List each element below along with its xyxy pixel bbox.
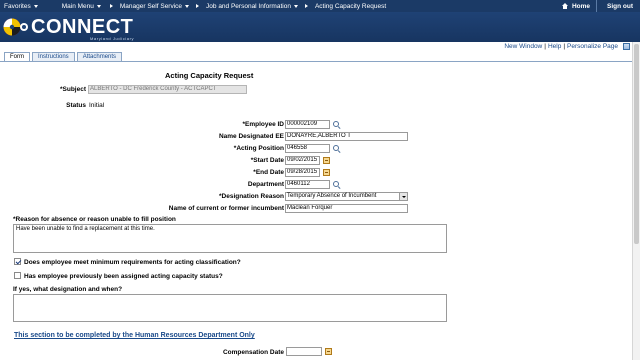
status-label: Status xyxy=(66,102,86,109)
previously-assigned-checkbox[interactable] xyxy=(14,272,21,279)
calendar-icon[interactable] xyxy=(323,169,330,176)
compensation-date-label: Compensation Date xyxy=(222,349,284,356)
grid-view-icon[interactable] xyxy=(623,43,630,50)
breadcrumb-manager-self-service[interactable]: Manager Self Service xyxy=(118,0,191,12)
employee-id-input[interactable]: 000002109 xyxy=(285,120,330,129)
tab-attachments[interactable]: Attachments xyxy=(76,52,123,61)
incumbent-field[interactable]: Maclean Forquer xyxy=(285,204,408,213)
personalize-page-link[interactable]: Personalize Page xyxy=(567,43,618,50)
acting-position-input[interactable]: 046558 xyxy=(285,144,330,153)
chevron-down-icon xyxy=(185,4,190,8)
link-separator: | xyxy=(563,43,566,50)
top-nav-bar: Favorites Main Menu Manager Self Service… xyxy=(0,0,640,12)
designation-reason-select[interactable]: Temporary Absence of Incumbent xyxy=(285,192,408,201)
search-icon[interactable] xyxy=(333,145,340,152)
reason-label: *Reason for absence or reason unable to … xyxy=(13,216,176,223)
new-window-link[interactable]: New Window xyxy=(504,43,542,50)
department-input[interactable]: 0460112 xyxy=(285,180,330,189)
breadcrumb-job-personal-info[interactable]: Job and Personal Information xyxy=(204,0,300,12)
logo-subtitle: Maryland Judiciary xyxy=(90,36,135,41)
reason-textarea[interactable]: Have been unable to find a replacement a… xyxy=(13,224,447,253)
breadcrumb-acting-capacity-request[interactable]: Acting Capacity Request xyxy=(313,0,388,12)
favorites-label: Favorites xyxy=(4,2,31,10)
tab-form[interactable]: Form xyxy=(4,52,30,61)
logo-text: CONNECT xyxy=(31,16,134,38)
tab-instructions[interactable]: Instructions xyxy=(32,52,75,61)
home-link[interactable]: Home xyxy=(556,3,596,10)
if-yes-textarea[interactable] xyxy=(13,294,447,322)
main-menu-label: Main Menu xyxy=(61,2,94,10)
previously-assigned-label: Has employee previously been assigned ac… xyxy=(24,273,223,280)
vertical-scrollbar[interactable] xyxy=(632,42,640,360)
breadcrumb-label: Acting Capacity Request xyxy=(314,2,387,10)
subject-field: ALBERTO - DC Frederick County - ACTCAPCT xyxy=(88,85,247,94)
search-icon[interactable] xyxy=(333,121,340,128)
end-date-input[interactable]: 09/28/2015 xyxy=(285,168,320,177)
home-label: Home xyxy=(571,2,590,10)
link-separator: | xyxy=(544,43,546,50)
min-requirements-label: Does employee meet minimum requirements … xyxy=(24,259,241,266)
incumbent-label: Name of current or former incumbent xyxy=(168,205,284,212)
calendar-icon[interactable] xyxy=(325,348,332,355)
topbar-right: Home Sign out xyxy=(556,0,640,12)
page-title: Acting Capacity Request xyxy=(165,71,254,80)
min-requirements-checkbox[interactable] xyxy=(14,258,21,265)
designation-reason-label: *Designation Reason xyxy=(218,193,284,200)
calendar-icon[interactable] xyxy=(323,157,330,164)
subject-label: *Subject xyxy=(59,86,86,93)
if-yes-label: If yes, what designation and when? xyxy=(13,286,123,293)
name-designated-field[interactable]: DONAYRE,ALBERTO T xyxy=(285,132,408,141)
chevron-down-icon[interactable] xyxy=(399,193,407,200)
search-icon[interactable] xyxy=(333,181,340,188)
reason-text: Have been unable to find a replacement a… xyxy=(16,226,155,232)
help-link[interactable]: Help xyxy=(548,43,561,50)
breadcrumb-label: Manager Self Service xyxy=(119,2,183,10)
acting-position-label: *Acting Position xyxy=(233,145,284,152)
name-designated-label: Name Designated EE xyxy=(218,133,284,140)
breadcrumb-separator-icon xyxy=(196,4,200,8)
hr-section-heading: This section to be completed by the Huma… xyxy=(14,332,255,339)
header-banner: CONNECT Maryland Judiciary xyxy=(0,12,640,42)
start-date-label: *Start Date xyxy=(250,157,284,164)
start-date-input[interactable]: 09/02/2015 xyxy=(285,156,320,165)
scrollbar-thumb[interactable] xyxy=(634,44,639,244)
main-menu[interactable]: Main Menu xyxy=(58,0,105,12)
breadcrumb-separator-icon xyxy=(109,4,113,8)
breadcrumb-separator-icon xyxy=(304,4,308,8)
breadcrumb-label: Job and Personal Information xyxy=(206,2,291,10)
chevron-down-icon xyxy=(293,4,298,8)
employee-id-label: *Employee ID xyxy=(242,121,284,128)
compensation-date-input[interactable] xyxy=(286,347,322,356)
designation-reason-value: Temporary Absence of Incumbent xyxy=(287,193,377,199)
sign-out-link[interactable]: Sign out xyxy=(596,0,640,12)
favorites-menu[interactable]: Favorites xyxy=(0,0,42,12)
end-date-label: *End Date xyxy=(253,169,284,176)
department-label: Department xyxy=(247,181,284,188)
chevron-down-icon xyxy=(96,4,101,8)
maryland-flag-icon xyxy=(3,18,28,36)
utility-links: New Window | Help | Personalize Page xyxy=(504,43,630,50)
tab-bar: Form Instructions Attachments xyxy=(4,52,124,61)
tab-divider xyxy=(0,61,632,62)
status-value: Initial xyxy=(89,102,105,109)
home-icon xyxy=(561,3,569,9)
chevron-down-icon xyxy=(33,4,38,8)
